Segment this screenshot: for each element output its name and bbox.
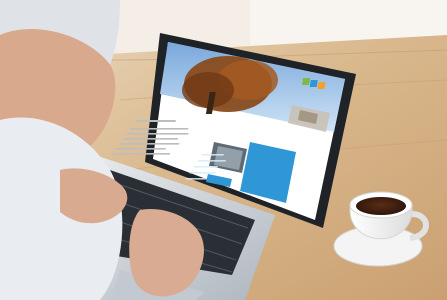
scene-illustration — [0, 0, 447, 300]
photo-scene — [0, 0, 447, 300]
coffee — [356, 197, 406, 215]
